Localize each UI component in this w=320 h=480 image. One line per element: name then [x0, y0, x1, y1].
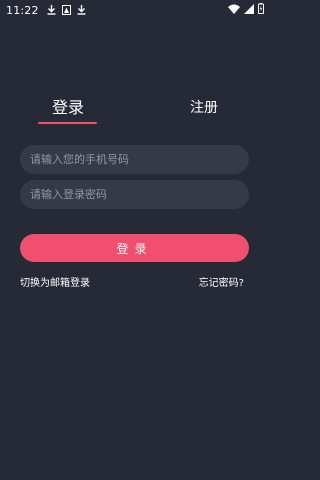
system-icons: [228, 3, 264, 14]
wifi-icon: [228, 4, 240, 14]
active-tab-indicator: [38, 122, 97, 124]
switch-to-email-login-link[interactable]: 切换为邮箱登录: [20, 274, 90, 289]
login-button[interactable]: 登录: [20, 234, 249, 262]
signal-icon: [244, 3, 254, 14]
phone-input[interactable]: [20, 145, 249, 174]
download-icon: [77, 5, 86, 15]
password-input[interactable]: [20, 180, 249, 209]
forgot-password-link[interactable]: 忘记密码?: [199, 274, 244, 289]
download-icon: [47, 5, 56, 15]
auth-tabs: 登录 注册: [0, 94, 270, 126]
battery-icon: [258, 3, 264, 14]
status-bar: 11:22: [0, 0, 270, 20]
phone-field-container: [20, 145, 249, 174]
tab-login[interactable]: 登录: [52, 94, 84, 118]
image-icon: [61, 5, 71, 15]
notification-icons: [47, 5, 86, 15]
password-field-container: [20, 180, 249, 209]
tab-register[interactable]: 注册: [190, 97, 218, 117]
status-time: 11:22: [6, 3, 39, 17]
